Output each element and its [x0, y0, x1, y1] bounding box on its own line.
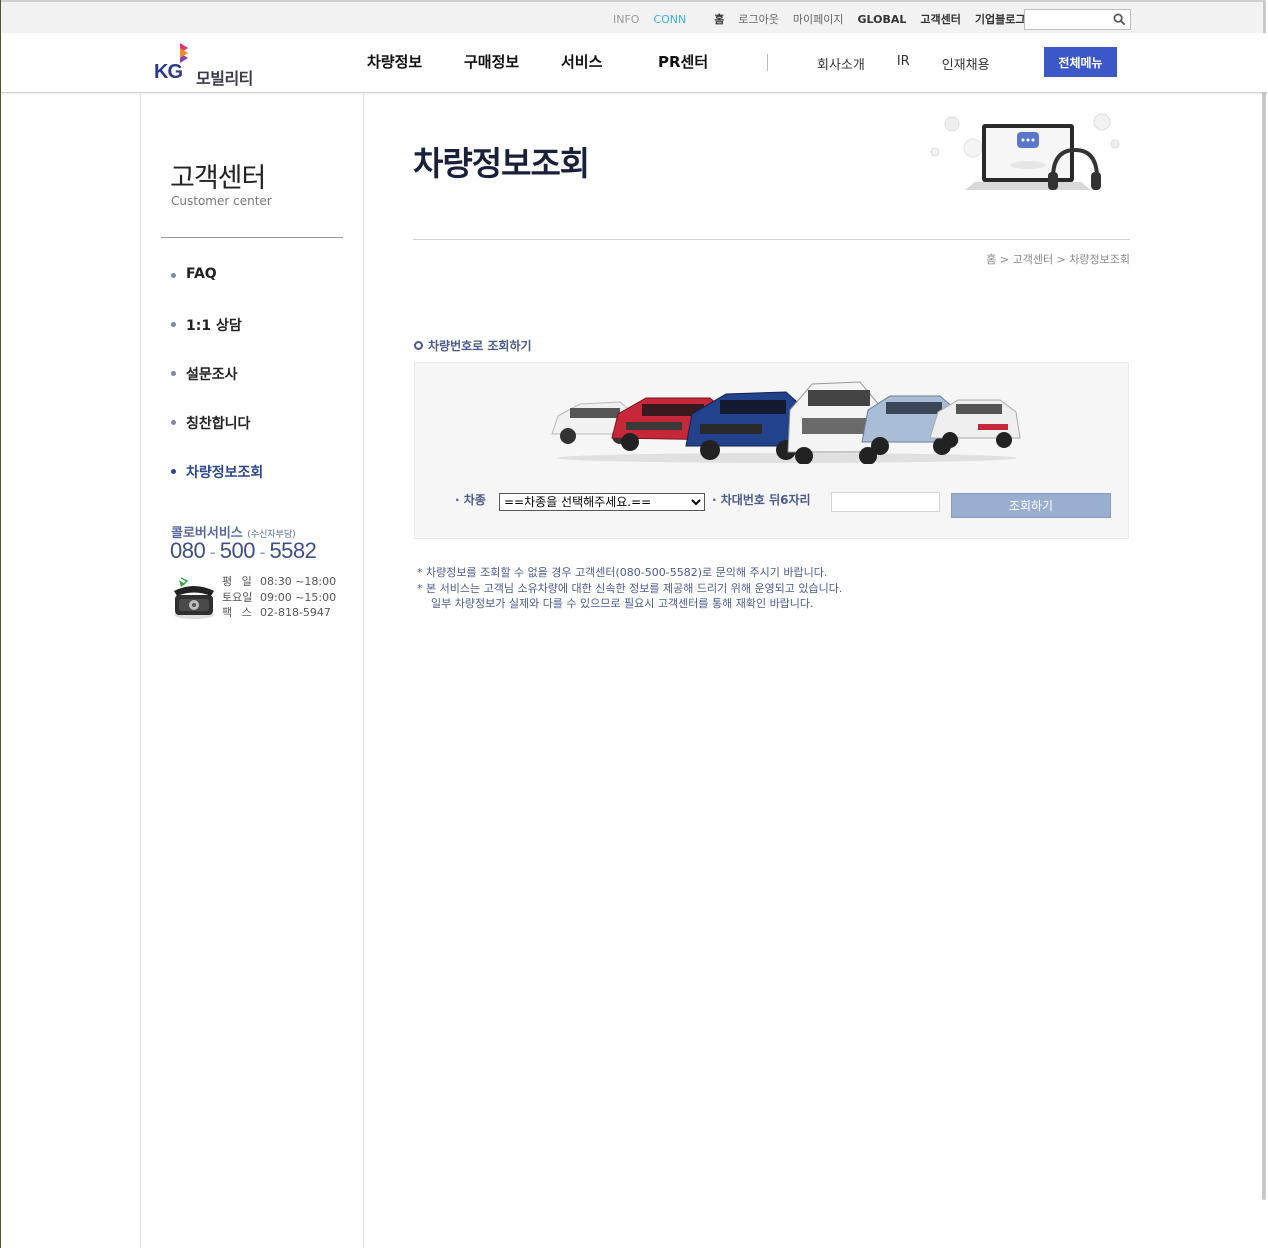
hours-key: 평 일 [222, 575, 255, 588]
bullet-dot [171, 371, 176, 376]
util-link-global[interactable]: GLOBAL [857, 13, 906, 26]
infoconn-conn-text: CONN [653, 12, 687, 26]
section-heading: 차량번호로 조회하기 [414, 337, 532, 354]
phone-part: 080 [170, 538, 206, 563]
sidebar-right-border [363, 94, 364, 1248]
sidebar-subtitle: Customer center [171, 194, 272, 208]
sidebar-item-label: 차량정보조회 [186, 465, 264, 481]
vehicle-search-panel: · 차종 ==차종을 선택해주세요.== · 차대번호 뒤6자리 조회하기 [414, 362, 1129, 539]
util-search-box [1024, 9, 1131, 32]
bullet-dot [171, 469, 176, 474]
hours-key: 팩 스 [222, 606, 255, 619]
notice-line: * 차량정보를 조회할 수 없을 경우 고객센터(080-500-5582)로 … [417, 566, 828, 579]
util-search-input[interactable] [1025, 12, 1109, 32]
sidebar-menu: FAQ 1:1 상담 설문조사 칭찬합니다 차량정보조회 [171, 266, 263, 511]
vehicle-lineup-image [551, 381, 1021, 464]
section-heading-text: 차량번호로 조회하기 [428, 339, 532, 353]
util-link-home[interactable]: 홈 [714, 11, 724, 27]
infoconn-info-text: INFO [613, 12, 640, 26]
main-header: KG 모빌리티 차량정보 구매정보 서비스 PR센터 회사소개 IR 인재채용 … [1, 33, 1268, 93]
bullet-dot [171, 273, 176, 278]
ring-bullet-icon [414, 341, 423, 350]
vin-label: · 차대번호 뒤6자리 [712, 493, 811, 507]
global-nav: 차량정보 구매정보 서비스 PR센터 [367, 51, 755, 72]
sidebar-divider [161, 237, 343, 238]
cs-hours: 평 일 08:30 ~18:00 토요일 09:00 ~15:00 팩 스 02-81… [222, 574, 336, 621]
sidebar-item-label: 1:1 상담 [186, 318, 242, 334]
sidebar-title: 고객센터 [170, 163, 266, 194]
utility-links: INFO CONN 홈 로그아웃 마이페이지 GLOBAL 고객센터 기업블로그 [613, 11, 1039, 27]
sidebar-item-label: 칭찬합니다 [186, 416, 251, 432]
corporate-nav: 회사소개 IR 인재채용 [817, 54, 990, 73]
lookup-button[interactable]: 조회하기 [951, 493, 1111, 518]
gnb-vehicle-info[interactable]: 차량정보 [367, 51, 464, 72]
phone-part: 5582 [269, 538, 317, 563]
gnb-pr-center[interactable]: PR센터 [658, 51, 755, 72]
hours-value: 09:00 ~15:00 [260, 590, 337, 604]
cs-phone-number: 080 - 500 - 5582 [170, 538, 317, 564]
sidebar-item-label: 설문조사 [186, 367, 238, 383]
cs-hours-row: 팩 스 02-818-5947 [222, 605, 336, 621]
bullet-dot [171, 420, 176, 425]
sidebar-item-consult[interactable]: 1:1 상담 [171, 315, 263, 364]
vehicle-type-label: · 차종 [455, 493, 486, 507]
nav-recruit[interactable]: 인재채용 [942, 54, 990, 73]
utility-bar: INFO CONN 홈 로그아웃 마이페이지 GLOBAL 고객센터 기업블로그 [1, 0, 1263, 33]
sidebar-item-survey[interactable]: 설문조사 [171, 364, 263, 413]
sidebar-item-faq[interactable]: FAQ [171, 266, 263, 315]
sidebar-item-vehicle-lookup[interactable]: 차량정보조회 [171, 462, 263, 511]
phone-part: 500 [219, 538, 256, 563]
logo-brand-text: 모빌리티 [196, 69, 253, 88]
kg-mobility-logo[interactable]: KG 모빌리티 [154, 43, 264, 88]
bullet-dot [171, 322, 176, 327]
logo-mark-icon [180, 43, 188, 63]
gnb-purchase-info[interactable]: 구매정보 [464, 51, 561, 72]
title-divider [413, 239, 1130, 240]
notice-line: * 본 서비스는 고객님 소유차량에 대한 신속한 정보를 제공해 드리기 위해… [417, 581, 843, 595]
hours-value: 08:30 ~18:00 [260, 575, 337, 588]
sidebar-item-label: FAQ [186, 266, 217, 282]
nav-divider [767, 54, 768, 71]
notice-text: * 차량정보를 조회할 수 없을 경우 고객센터(080-500-5582)로 … [417, 565, 842, 612]
customer-support-laptop-illustration [930, 113, 1120, 190]
vehicle-type-select[interactable]: ==차종을 선택해주세요.== [499, 493, 705, 511]
all-menu-button[interactable]: 전체메뉴 [1044, 47, 1117, 77]
gnb-service[interactable]: 서비스 [561, 51, 658, 72]
cs-hours-row: 평 일 08:30 ~18:00 [222, 574, 336, 590]
window-left-edge [0, 0, 1, 1248]
util-link-mypage[interactable]: 마이페이지 [793, 11, 844, 27]
vertical-scrollbar[interactable] [1262, 0, 1266, 1200]
logo-kg-text: KG [154, 61, 183, 83]
vin-input[interactable] [831, 492, 940, 512]
nav-ir[interactable]: IR [897, 54, 910, 73]
page-title: 차량정보조회 [413, 144, 590, 183]
util-link-customer-center[interactable]: 고객센터 [920, 11, 960, 27]
search-icon[interactable] [1113, 13, 1126, 26]
nav-company-intro[interactable]: 회사소개 [817, 54, 865, 73]
infoconn-link[interactable]: INFO CONN [613, 13, 700, 26]
phone-dash: - [254, 542, 270, 562]
hours-key: 토요일 [222, 590, 253, 604]
notice-line: 일부 차량정보가 실제와 다를 수 있으므로 필요시 고객센터를 통해 재확인 … [431, 597, 814, 610]
phone-dash: - [205, 542, 220, 562]
sidebar-left-border [140, 94, 141, 1248]
sidebar-item-praise[interactable]: 칭찬합니다 [171, 413, 263, 462]
breadcrumb: 홈 > 고객센터 > 차량정보조회 [986, 253, 1130, 266]
telephone-icon [174, 577, 214, 619]
cs-hours-row: 토요일 09:00 ~15:00 [222, 590, 336, 606]
util-link-corporate-blog[interactable]: 기업블로그 [975, 11, 1026, 27]
hours-value: 02-818-5947 [260, 606, 331, 619]
util-link-logout[interactable]: 로그아웃 [738, 11, 778, 27]
